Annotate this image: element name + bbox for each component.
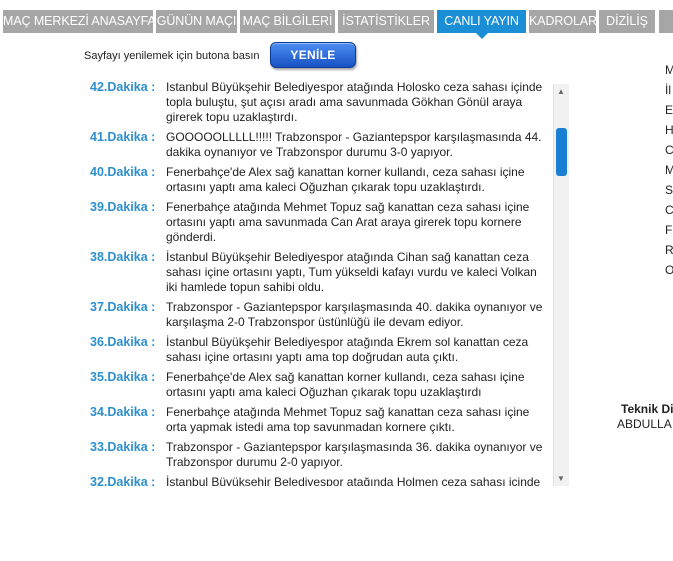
tab-formation[interactable]: DİZİLİŞ (599, 10, 655, 33)
tab-statistics[interactable]: İSTATİSTİKLER (338, 10, 434, 33)
minute-label: 39.Dakika : (90, 200, 156, 214)
minute-label: 33.Dakika : (90, 440, 156, 454)
tab-match-info[interactable]: MAÇ BİLGİLERİ (240, 10, 335, 33)
tab-overflow[interactable] (659, 10, 673, 33)
side-list-item: S (665, 183, 673, 197)
technical-director-heading: Teknik Di (621, 402, 673, 416)
tab-squads[interactable]: KADROLAR (529, 10, 597, 33)
technical-director-name: ABDULLA (617, 417, 672, 431)
main-tabs: MAÇ MERKEZİ ANASAYFA GÜNÜN MAÇI MAÇ BİLG… (0, 10, 673, 39)
side-list-item: İl (665, 83, 671, 97)
scroll-up-arrow-icon[interactable]: ▲ (557, 87, 565, 96)
side-list-item: F (665, 223, 673, 237)
minute-label: 35.Dakika : (90, 370, 156, 384)
tab-match-center-home[interactable]: MAÇ MERKEZİ ANASAYFA (3, 10, 156, 33)
scroll-down-arrow-icon[interactable]: ▼ (557, 474, 565, 483)
side-list-item: O (665, 263, 673, 277)
side-list-item: H (665, 123, 673, 137)
minute-label: 40.Dakika : (90, 165, 156, 179)
side-list-item: R (665, 243, 673, 257)
minute-label: 32.Dakika : (90, 475, 156, 486)
side-list-item: E (665, 103, 673, 117)
side-list-item: C (665, 203, 673, 217)
commentary-text: Fenerbahçe atağında Mehmet Topuz sağ kan… (166, 405, 530, 434)
minute-label: 36.Dakika : (90, 335, 156, 349)
side-list-item: M (665, 63, 673, 77)
scrollbar-thumb[interactable] (556, 128, 567, 176)
refresh-instruction: Sayfayı yenilemek için butona basın (84, 50, 260, 62)
side-list-item: M (665, 163, 673, 177)
commentary-text: Trabzonspor - Gaziantepspor karşılaşması… (166, 300, 543, 329)
tab-match-of-the-day[interactable]: GÜNÜN MAÇI (156, 10, 237, 33)
commentary-text: Trabzonspor - Gaziantepspor karşılaşması… (166, 440, 543, 469)
commentary-text: GOOOOOLLLLL!!!!! Trabzonspor - Gaziantep… (166, 130, 542, 159)
tab-live-broadcast[interactable]: CANLI YAYIN (437, 10, 526, 39)
commentary-text: İstanbul Büyükşehir Belediyespor atağınd… (166, 82, 543, 124)
minute-label: 42.Dakika : (90, 82, 156, 94)
commentary-text: İstanbul Büyükşehir Belediyespor atağınd… (166, 335, 529, 364)
commentary-text: İstanbul Büyükşehir Belediyespor atağınd… (166, 475, 541, 486)
feed-scrollbar[interactable]: ▲ ▼ (553, 84, 569, 486)
live-commentary-feed[interactable]: 42.Dakika : İstanbul Büyükşehir Belediye… (0, 82, 552, 486)
commentary-text: Fenerbahçe atağında Mehmet Topuz sağ kan… (166, 200, 530, 244)
commentary-text: İstanbul Büyükşehir Belediyespor atağınd… (166, 250, 537, 294)
commentary-text: Fenerbahçe'de Alex sağ kanattan korner k… (166, 165, 525, 194)
side-list-item: C (665, 143, 673, 157)
commentary-text: Fenerbahçe'de Alex sağ kanattan korner k… (166, 370, 525, 399)
minute-label: 41.Dakika : (90, 130, 156, 144)
minute-label: 37.Dakika : (90, 300, 156, 314)
minute-label: 38.Dakika : (90, 250, 156, 264)
minute-label: 34.Dakika : (90, 405, 156, 419)
refresh-button[interactable]: YENİLE (270, 42, 356, 68)
